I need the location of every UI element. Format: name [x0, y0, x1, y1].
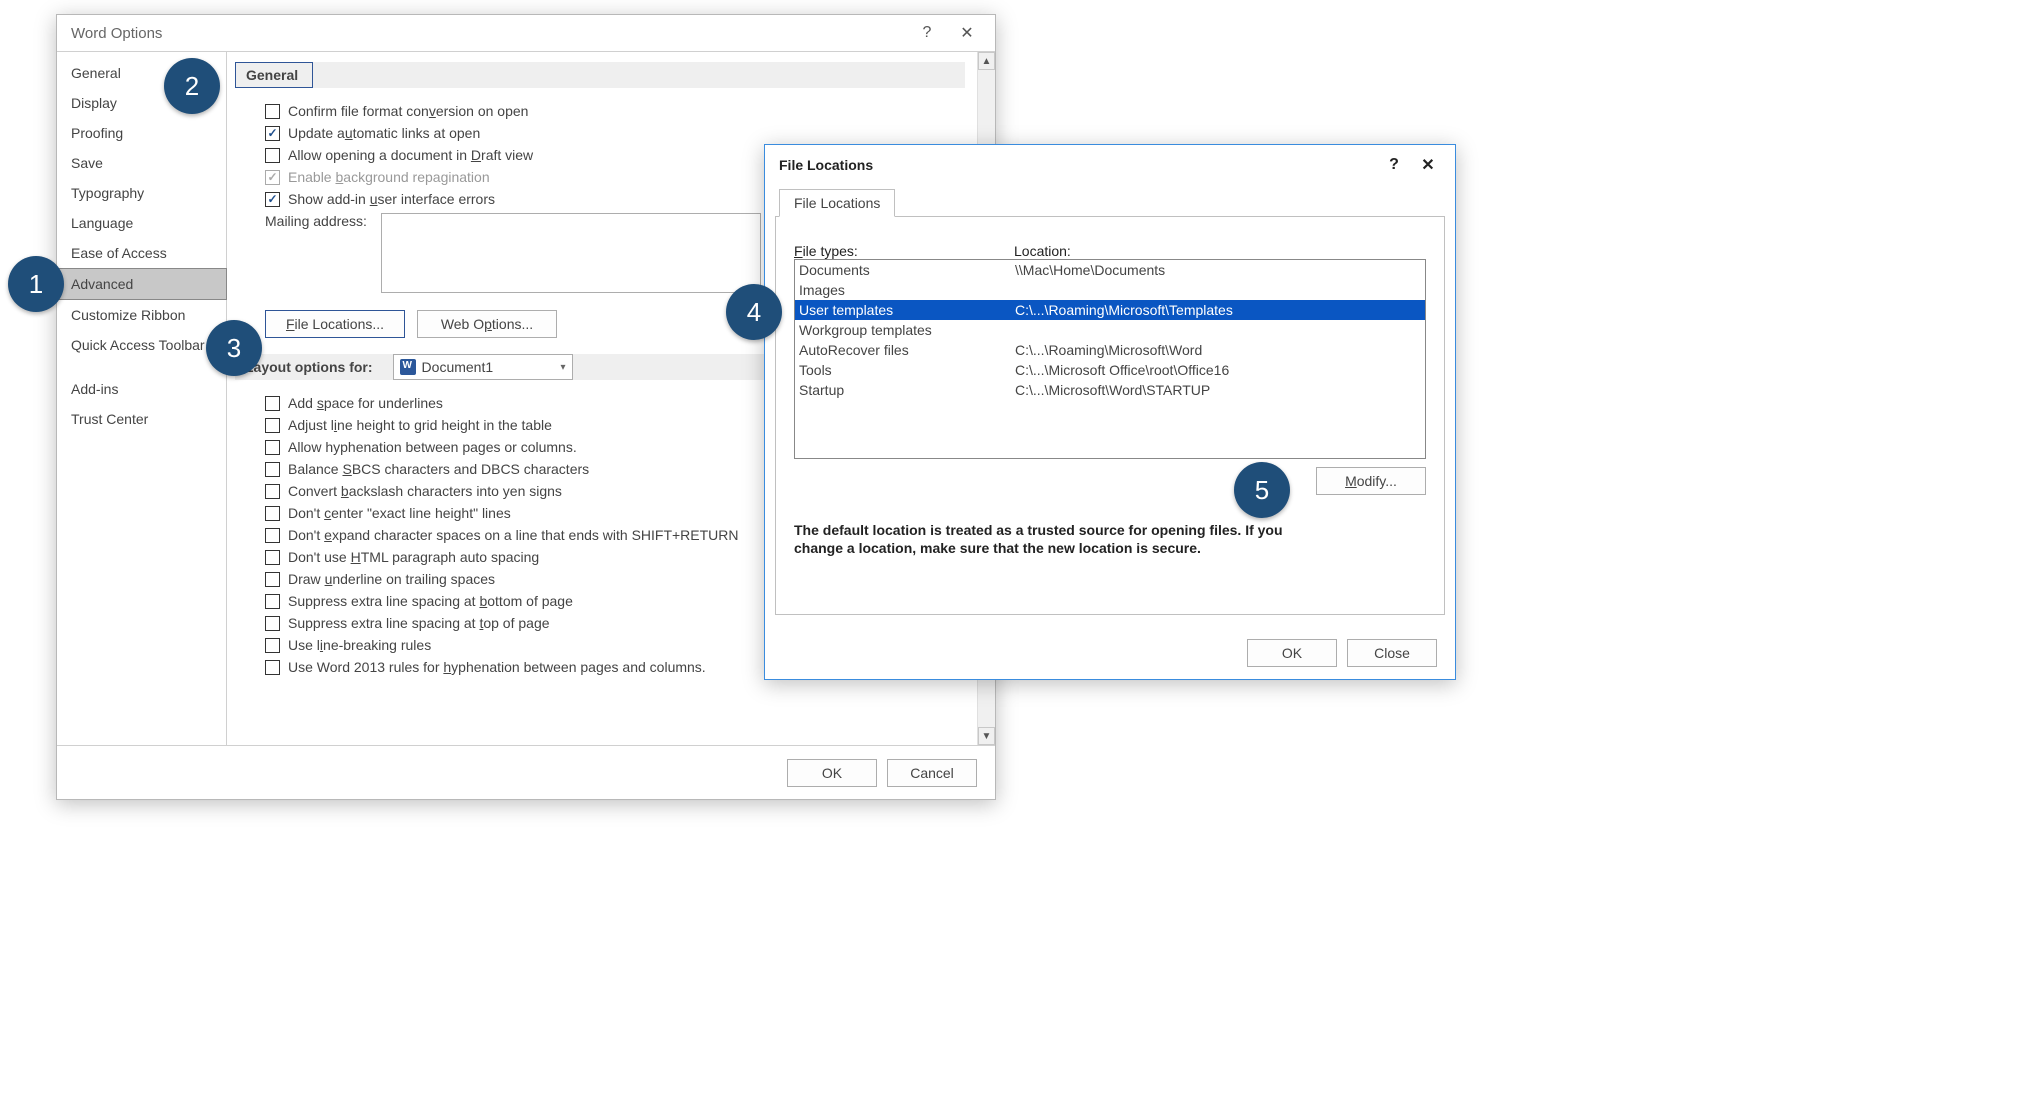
checkbox-icon[interactable]	[265, 440, 280, 455]
callout-3: 3	[206, 320, 262, 376]
list-item-documents[interactable]: Documents\\Mac\Home\Documents	[795, 260, 1425, 280]
file-locations-title: File Locations	[779, 157, 873, 173]
checkbox-icon[interactable]	[265, 528, 280, 543]
opt-label: Draw underline on trailing spaces	[288, 571, 495, 587]
layout-document-dropdown[interactable]: Document1 ▾	[393, 354, 573, 380]
mailing-address-input[interactable]	[381, 213, 761, 293]
file-locations-button[interactable]: File Locations...	[265, 310, 405, 338]
opt-label: Use Word 2013 rules for hyphenation betw…	[288, 659, 706, 675]
checkbox-icon[interactable]	[265, 638, 280, 653]
opt-label: Convert backslash characters into yen si…	[288, 483, 562, 499]
opt-label: Don't expand character spaces on a line …	[288, 527, 739, 543]
scroll-down-icon[interactable]: ▼	[978, 727, 995, 745]
cancel-button[interactable]: Cancel	[887, 759, 977, 787]
opt-label: Add space for underlines	[288, 395, 443, 411]
checkbox-icon[interactable]	[265, 192, 280, 207]
opt-label: Show add-in user interface errors	[288, 191, 495, 207]
word-options-titlebar: Word Options ? ✕	[57, 15, 995, 51]
callout-1: 1	[8, 256, 64, 312]
opt-label: Confirm file format conversion on open	[288, 103, 528, 119]
list-item-images[interactable]: Images	[795, 280, 1425, 300]
opt-update-links[interactable]: Update automatic links at open	[235, 122, 965, 144]
sidebar-item-add-ins[interactable]: Add-ins	[57, 374, 226, 404]
word-options-title: Word Options	[71, 25, 162, 42]
list-item-startup[interactable]: StartupC:\...\Microsoft\Word\STARTUP	[795, 380, 1425, 400]
checkbox-icon	[265, 170, 280, 185]
opt-label: Suppress extra line spacing at top of pa…	[288, 615, 550, 631]
checkbox-icon[interactable]	[265, 418, 280, 433]
list-header: File types: Location:	[794, 243, 1426, 259]
sidebar-item-quick-access-toolbar[interactable]: Quick Access Toolbar	[57, 330, 226, 360]
close-icon[interactable]: ✕	[1411, 150, 1445, 180]
ok-button[interactable]: OK	[1247, 639, 1337, 667]
checkbox-icon[interactable]	[265, 594, 280, 609]
sidebar-item-customize-ribbon[interactable]: Customize Ribbon	[57, 300, 226, 330]
callout-4: 4	[726, 284, 782, 340]
opt-confirm-file-format[interactable]: Confirm file format conversion on open	[235, 100, 965, 122]
opt-label: Update automatic links at open	[288, 125, 480, 141]
sidebar-item-ease-of-access[interactable]: Ease of Access	[57, 238, 226, 268]
callout-5: 5	[1234, 462, 1290, 518]
web-options-button[interactable]: Web Options...	[417, 310, 557, 338]
opt-label: Allow hyphenation between pages or colum…	[288, 439, 577, 455]
opt-label: Enable background repagination	[288, 169, 490, 185]
dropdown-value: Document1	[422, 359, 494, 375]
col-location: Location:	[1014, 243, 1071, 259]
sidebar-item-trust-center[interactable]: Trust Center	[57, 404, 226, 434]
opt-label: Balance SBCS characters and DBCS charact…	[288, 461, 589, 477]
word-options-footer: OK Cancel	[57, 745, 995, 799]
sidebar-item-advanced[interactable]: Advanced	[56, 268, 227, 300]
checkbox-icon[interactable]	[265, 572, 280, 587]
checkbox-icon[interactable]	[265, 550, 280, 565]
opt-label: Adjust line height to grid height in the…	[288, 417, 552, 433]
checkbox-icon[interactable]	[265, 462, 280, 477]
options-sidebar: General Display Proofing Save Typography…	[57, 52, 227, 745]
file-locations-list[interactable]: Documents\\Mac\Home\Documents Images Use…	[794, 259, 1426, 459]
checkbox-icon[interactable]	[265, 506, 280, 521]
sidebar-item-language[interactable]: Language	[57, 208, 226, 238]
opt-label: Don't center "exact line height" lines	[288, 505, 511, 521]
opt-label: Use line-breaking rules	[288, 637, 431, 653]
sidebar-item-proofing[interactable]: Proofing	[57, 118, 226, 148]
sidebar-item-typography[interactable]: Typography	[57, 178, 226, 208]
checkbox-icon[interactable]	[265, 104, 280, 119]
word-doc-icon	[400, 359, 416, 375]
checkbox-icon[interactable]	[265, 126, 280, 141]
section-general-header: General	[235, 62, 313, 88]
checkbox-icon[interactable]	[265, 660, 280, 675]
list-item-autorecover[interactable]: AutoRecover filesC:\...\Roaming\Microsof…	[795, 340, 1425, 360]
trusted-source-note: The default location is treated as a tru…	[794, 495, 1314, 557]
file-locations-footer: OK Close	[765, 627, 1455, 679]
checkbox-icon[interactable]	[265, 148, 280, 163]
checkbox-icon[interactable]	[265, 616, 280, 631]
ok-button[interactable]: OK	[787, 759, 877, 787]
checkbox-icon[interactable]	[265, 396, 280, 411]
file-locations-titlebar: File Locations ? ✕	[765, 145, 1455, 185]
sidebar-item-save[interactable]: Save	[57, 148, 226, 178]
chevron-down-icon: ▾	[561, 362, 566, 373]
opt-label: Suppress extra line spacing at bottom of…	[288, 593, 573, 609]
opt-label: Allow opening a document in Draft view	[288, 147, 533, 163]
callout-2: 2	[164, 58, 220, 114]
list-item-tools[interactable]: ToolsC:\...\Microsoft Office\root\Office…	[795, 360, 1425, 380]
checkbox-icon[interactable]	[265, 484, 280, 499]
modify-button[interactable]: Modify...	[1316, 467, 1426, 495]
mailing-address-label: Mailing address:	[265, 213, 367, 229]
tab-file-locations[interactable]: File Locations	[779, 189, 895, 217]
list-item-workgroup-templates[interactable]: Workgroup templates	[795, 320, 1425, 340]
help-icon[interactable]: ?	[907, 17, 947, 49]
tab-strip: File Locations	[775, 189, 1445, 217]
help-icon[interactable]: ?	[1377, 150, 1411, 180]
opt-label: Don't use HTML paragraph auto spacing	[288, 549, 539, 565]
close-button[interactable]: Close	[1347, 639, 1437, 667]
file-locations-dialog: File Locations ? ✕ File Locations File t…	[764, 144, 1456, 680]
close-icon[interactable]: ✕	[947, 17, 987, 49]
scroll-up-icon[interactable]: ▲	[978, 52, 995, 70]
list-item-user-templates[interactable]: User templatesC:\...\Roaming\Microsoft\T…	[795, 300, 1425, 320]
